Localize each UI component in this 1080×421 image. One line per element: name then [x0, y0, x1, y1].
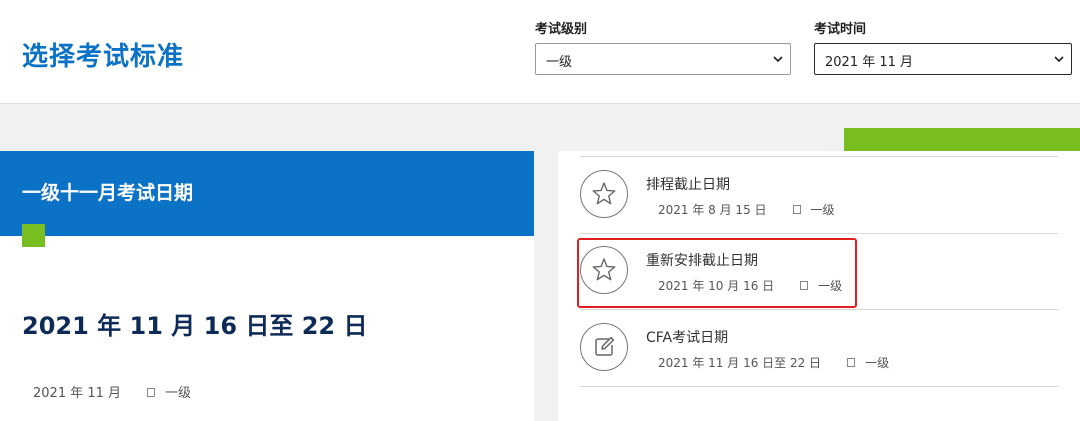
star-icon [580, 170, 628, 218]
list-item[interactable]: CFA考试日期 2021 年 11 月 16 日至 22 日 一级 [580, 323, 1058, 399]
chevron-down-icon [773, 56, 783, 63]
chevron-down-icon [1054, 56, 1064, 63]
item-date: 2021 年 11 月 16 日至 22 日 [658, 356, 822, 370]
item-meta: 2021 年 8 月 15 日 一级 [658, 201, 835, 218]
item-meta: 2021 年 11 月 16 日至 22 日 一级 [658, 354, 889, 371]
time-select[interactable]: 2021 年 11 月 [814, 43, 1072, 75]
tag-icon [792, 205, 801, 214]
time-select-value: 2021 年 11 月 [825, 55, 914, 70]
tag-icon [147, 388, 156, 397]
divider [580, 233, 1058, 234]
highlight-box [577, 238, 857, 308]
accent-bar [844, 128, 1080, 152]
item-level: 一级 [865, 356, 890, 370]
item-level: 一级 [810, 203, 835, 217]
divider [580, 156, 1058, 157]
item-title: CFA考试日期 [646, 330, 729, 346]
level-filter: 考试级别 一级 [535, 18, 791, 75]
time-filter-label: 考试时间 [814, 22, 867, 37]
divider [580, 386, 1058, 387]
meta-date: 2021 年 11 月 [33, 386, 122, 401]
time-filter: 考试时间 2021 年 11 月 [814, 18, 1072, 75]
level-select-value: 一级 [546, 55, 573, 70]
accent-square [22, 224, 45, 247]
meta-level: 一级 [165, 386, 192, 401]
card-header-band: 一级十一月考试日期 [0, 151, 534, 236]
list-item[interactable]: 排程截止日期 2021 年 8 月 15 日 一级 [580, 170, 1058, 246]
item-date: 2021 年 8 月 15 日 [658, 203, 767, 217]
item-title: 排程截止日期 [646, 177, 730, 193]
edit-icon [580, 323, 628, 371]
level-select[interactable]: 一级 [535, 43, 791, 75]
card-meta: 2021 年 11 月 一级 [33, 382, 191, 401]
tag-icon [847, 358, 856, 367]
exam-date-card: 一级十一月考试日期 2021 年 11 月 16 日至 22 日 2021 年 … [0, 151, 534, 421]
page-header: 选择考试标准 考试级别 一级 考试时间 2021 年 11 月 [0, 0, 1080, 104]
card-title: 一级十一月考试日期 [22, 182, 194, 204]
exam-date-range: 2021 年 11 月 16 日至 22 日 [22, 312, 368, 340]
divider [580, 309, 1058, 310]
level-filter-label: 考试级别 [535, 22, 588, 37]
page-title: 选择考试标准 [22, 42, 185, 72]
